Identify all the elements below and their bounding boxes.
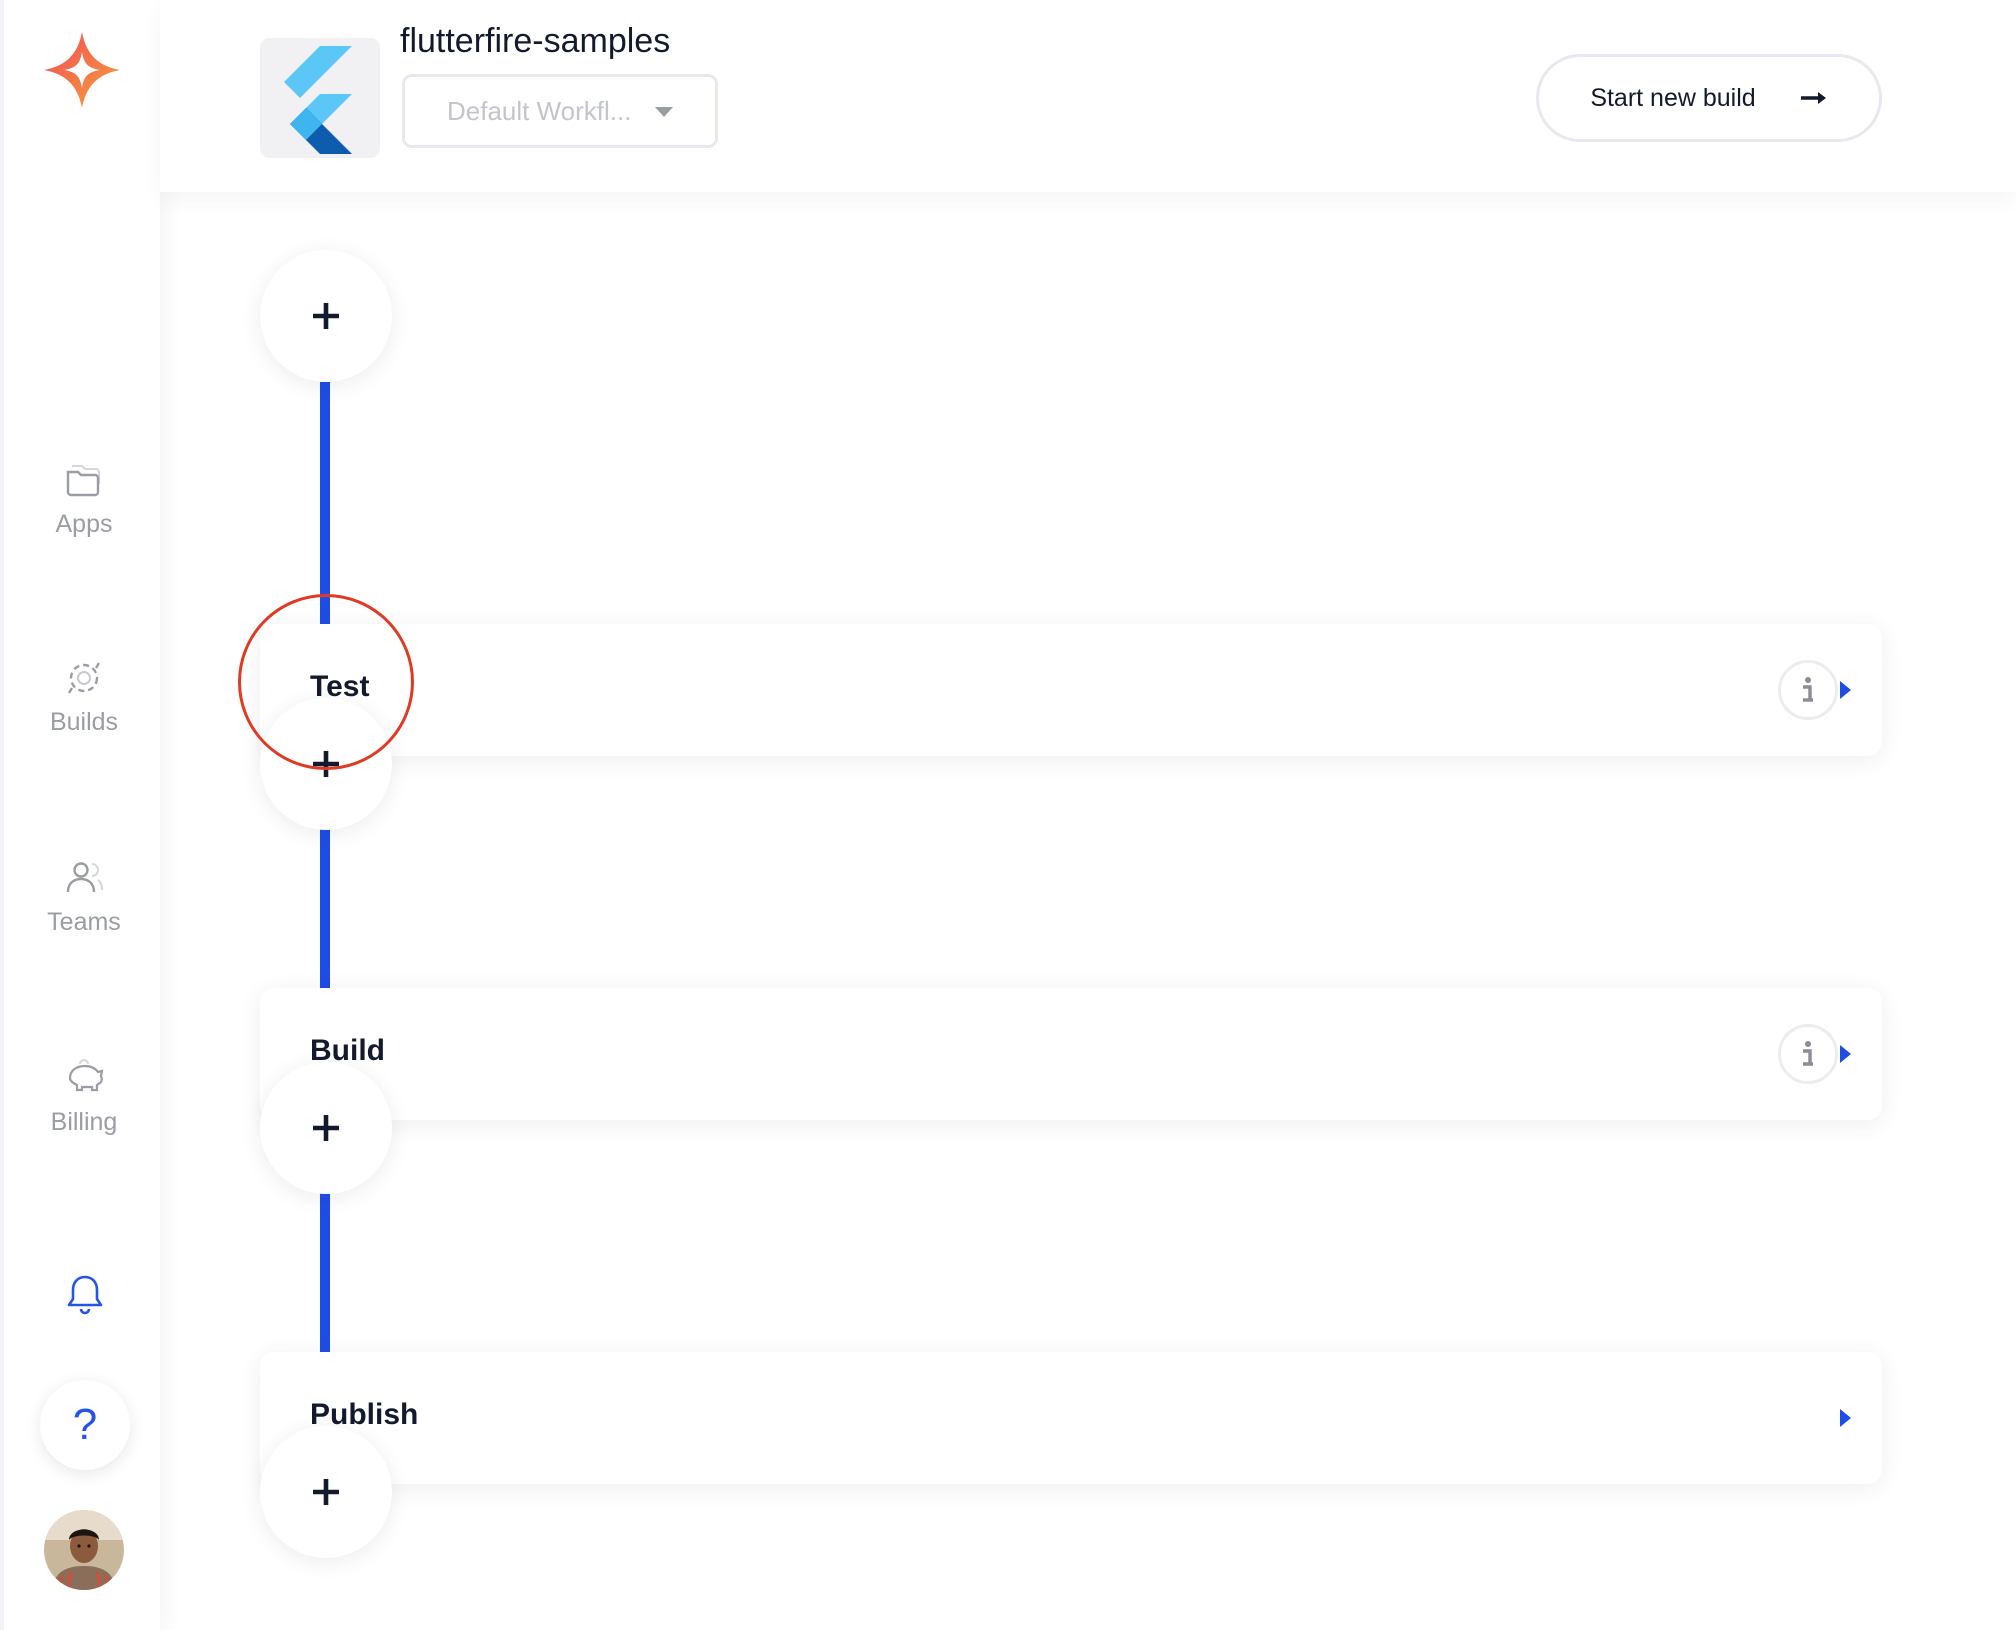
app-logo — [260, 38, 380, 158]
info-icon — [1803, 1041, 1813, 1066]
start-new-build-label: Start new build — [1590, 83, 1756, 112]
sidebar-item-label: Billing — [50, 1108, 118, 1136]
help-icon: ? — [72, 1400, 98, 1449]
sidebar-item-apps[interactable]: Apps — [4, 458, 164, 568]
flutter-logo-icon — [284, 46, 352, 154]
arrow-right-icon — [1800, 90, 1828, 106]
sidebar-item-label: Apps — [55, 510, 113, 538]
sidebar-item-builds[interactable]: Builds — [4, 656, 164, 766]
chevron-down-icon — [655, 107, 673, 117]
chevron-right-icon[interactable] — [1840, 1409, 1851, 1427]
chevron-right-icon[interactable] — [1840, 681, 1851, 699]
add-step-button[interactable] — [260, 250, 392, 382]
help-button[interactable]: ? — [40, 1380, 130, 1470]
workflow-editor: Test Build Publish — [160, 192, 2016, 1630]
sidebar-item-label: Builds — [49, 708, 119, 736]
avatar[interactable] — [44, 1510, 124, 1590]
plus-icon — [313, 1479, 339, 1505]
plus-icon — [313, 1115, 339, 1141]
user-avatar-photo — [44, 1510, 124, 1590]
workflow-dropdown[interactable]: Default Workfl... — [402, 74, 718, 148]
bell-icon[interactable] — [62, 1272, 108, 1318]
sidebar: Apps Builds Teams Billing ? — [0, 0, 160, 1630]
stage-card-build[interactable]: Build — [260, 988, 1882, 1120]
pipeline-connector — [320, 382, 330, 626]
info-button[interactable] — [1778, 1024, 1838, 1084]
info-icon — [1803, 677, 1813, 702]
add-step-button[interactable] — [260, 1062, 392, 1194]
user-icon — [66, 862, 103, 893]
piggy-bank-icon — [68, 1059, 104, 1092]
workflow-selected-value: Default Workfl... — [447, 95, 632, 126]
start-new-build-button[interactable]: Start new build — [1536, 54, 1882, 142]
stage-card-test[interactable]: Test — [260, 624, 1882, 756]
page-title: flutterfire-samples — [400, 22, 671, 60]
add-step-button[interactable] — [260, 698, 392, 830]
builds-icon — [67, 662, 101, 694]
sidebar-item-billing[interactable]: Billing — [4, 1056, 164, 1166]
stage-card-publish[interactable]: Publish — [260, 1352, 1882, 1484]
header: flutterfire-samples Default Workfl... St… — [160, 0, 2016, 192]
info-button[interactable] — [1778, 660, 1838, 720]
codemagic-logo[interactable] — [42, 30, 122, 110]
sidebar-item-label: Teams — [47, 908, 121, 936]
folder-icon — [66, 465, 100, 497]
plus-icon — [313, 303, 339, 329]
add-step-button[interactable] — [260, 1426, 392, 1558]
plus-icon — [313, 751, 339, 777]
sidebar-item-teams[interactable]: Teams — [4, 856, 164, 966]
chevron-right-icon[interactable] — [1840, 1045, 1851, 1063]
